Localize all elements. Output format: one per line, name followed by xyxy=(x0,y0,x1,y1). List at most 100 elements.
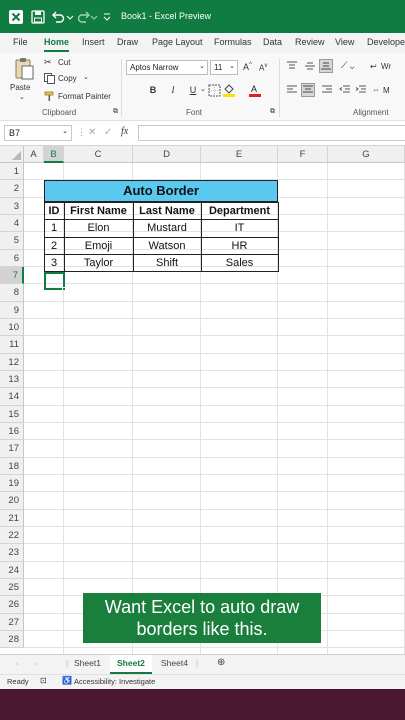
tab-draw[interactable]: Draw xyxy=(117,37,138,47)
row-header-26[interactable]: 26 xyxy=(0,596,24,614)
row-header-14[interactable]: 14 xyxy=(0,388,24,406)
tab-page-layout[interactable]: Page Layout xyxy=(152,37,203,47)
tab-data[interactable]: Data xyxy=(263,37,282,47)
format-painter-button[interactable]: Format Painter xyxy=(44,91,120,104)
tab-file[interactable]: File xyxy=(13,37,28,47)
row-header-17[interactable]: 17 xyxy=(0,440,24,458)
accessibility-status[interactable]: Accessibility: Investigate xyxy=(74,677,155,686)
next-sheet-icon[interactable]: › xyxy=(35,658,38,668)
row-header-22[interactable]: 22 xyxy=(0,526,24,545)
font-size-select[interactable]: 11 ⌄ xyxy=(210,60,238,75)
decrease-indent-icon[interactable] xyxy=(339,85,351,95)
row-header-1[interactable]: 1 xyxy=(0,163,24,181)
underline-label[interactable]: U xyxy=(186,83,200,97)
formula-input[interactable] xyxy=(138,125,405,141)
row-header-15[interactable]: 15 xyxy=(0,405,24,423)
column-header-f[interactable]: F xyxy=(278,146,328,163)
confirm-entry-icon[interactable]: ✓ xyxy=(104,127,112,138)
row-header-4[interactable]: 4 xyxy=(0,214,24,233)
decrease-font-size-button[interactable]: Av xyxy=(259,63,267,73)
bold-button[interactable]: B xyxy=(146,83,160,97)
font-launcher-icon[interactable]: ⧉ xyxy=(270,108,275,116)
row-header-6[interactable]: 6 xyxy=(0,249,24,267)
increase-indent-icon[interactable] xyxy=(355,85,367,95)
clipboard-launcher-icon[interactable]: ⧉ xyxy=(113,108,118,116)
font-name-select[interactable]: Aptos Narrow ⌄ xyxy=(126,60,208,75)
align-top-icon[interactable] xyxy=(286,61,298,71)
tab-developer[interactable]: Developer xyxy=(367,37,405,47)
row-header-20[interactable]: 20 xyxy=(0,492,24,510)
row-header-3[interactable]: 3 xyxy=(0,197,24,215)
macro-record-icon[interactable]: ⊡ xyxy=(40,676,47,685)
accessibility-icon[interactable]: ♿ xyxy=(62,676,72,685)
row-header-28[interactable]: 28 xyxy=(0,630,24,649)
name-box[interactable]: B7 ⌄ xyxy=(4,125,72,141)
increase-font-size-button[interactable]: A^ xyxy=(243,62,252,72)
align-bottom-icon xyxy=(321,62,331,70)
row-header-2[interactable]: 2 xyxy=(0,180,24,198)
column-header-a[interactable]: A xyxy=(24,146,44,163)
tab-home[interactable]: Home xyxy=(44,37,69,47)
add-sheet-icon[interactable]: ⊕ xyxy=(217,657,225,668)
row-header-11[interactable]: 11 xyxy=(0,336,24,354)
underline-dropdown-icon[interactable]: ⌄ xyxy=(200,85,206,93)
column-header-d[interactable]: D xyxy=(133,146,201,163)
paste-dropdown-icon[interactable]: ⌄ xyxy=(19,93,25,101)
row-header-18[interactable]: 18 xyxy=(0,457,24,475)
tab-review[interactable]: Review xyxy=(295,37,325,47)
redo-dropdown-icon[interactable] xyxy=(90,9,98,25)
align-middle-icon[interactable] xyxy=(304,61,316,71)
sheet-tab-sheet4[interactable]: Sheet4 xyxy=(161,658,188,668)
column-header-e[interactable]: E xyxy=(201,146,278,163)
tab-formulas[interactable]: Formulas xyxy=(214,37,252,47)
column-header-b[interactable]: B xyxy=(44,146,64,163)
row-header-19[interactable]: 19 xyxy=(0,474,24,493)
tab-insert[interactable]: Insert xyxy=(82,37,105,47)
align-left-icon[interactable] xyxy=(286,85,298,95)
copy-dropdown-icon[interactable]: ⌄ xyxy=(83,73,89,81)
cancel-entry-icon[interactable]: ✕ xyxy=(88,127,96,138)
column-header-g[interactable]: G xyxy=(328,146,405,163)
row-header-27[interactable]: 27 xyxy=(0,613,24,631)
select-all-button[interactable] xyxy=(0,146,24,163)
sheet-tab-sheet1[interactable]: Sheet1 xyxy=(74,658,101,668)
row-header-8[interactable]: 8 xyxy=(0,284,24,302)
copy-button[interactable]: Copy ⌄ xyxy=(44,73,104,86)
sheet-tab-sheet2[interactable]: Sheet2 xyxy=(110,655,152,674)
merge-center-label[interactable]: M xyxy=(383,86,390,95)
worksheet-grid[interactable]: ABCDEFG 1 2 3 4 5 6 7 8 9 10 11 12 13 14 15 16 17 18 19 20 2… xyxy=(0,146,405,654)
row-header-5[interactable]: 5 xyxy=(0,232,24,250)
align-bottom-button[interactable] xyxy=(319,59,333,73)
column-header-c[interactable]: C xyxy=(64,146,133,163)
fill-color-icon[interactable] xyxy=(222,83,236,97)
underline-button[interactable] xyxy=(166,83,180,97)
row-header-25[interactable]: 25 xyxy=(0,578,24,597)
orientation-icon[interactable]: ⟋ ⌄ xyxy=(341,60,355,71)
paste-button[interactable]: Paste ⌄ xyxy=(6,57,40,103)
row-header-24[interactable]: 24 xyxy=(0,561,24,579)
undo-icon[interactable] xyxy=(50,9,66,25)
customize-toolbar-icon[interactable] xyxy=(102,9,112,25)
cut-button[interactable]: ✂ Cut xyxy=(44,57,104,70)
borders-icon[interactable] xyxy=(208,84,221,97)
align-center-button[interactable] xyxy=(301,83,315,97)
row-header-16[interactable]: 16 xyxy=(0,422,24,441)
wrap-text-label[interactable]: Wr xyxy=(381,62,391,71)
prev-sheet-icon[interactable]: ‹ xyxy=(16,658,19,668)
align-right-icon[interactable] xyxy=(321,85,333,95)
row-header-23[interactable]: 23 xyxy=(0,544,24,562)
row-header-7[interactable]: 7 xyxy=(0,266,24,285)
row-header-21[interactable]: 21 xyxy=(0,509,24,527)
save-icon[interactable] xyxy=(30,9,46,25)
row-header-10[interactable]: 10 xyxy=(0,318,24,337)
font-color-icon[interactable]: A xyxy=(248,83,262,97)
row-header-9[interactable]: 9 xyxy=(0,301,24,319)
wrap-text-icon[interactable]: ↩ xyxy=(370,62,377,71)
insert-function-button[interactable]: fx xyxy=(121,126,128,137)
merge-center-icon[interactable]: ⇔ xyxy=(372,85,380,94)
row-header-13[interactable]: 13 xyxy=(0,370,24,389)
undo-dropdown-icon[interactable] xyxy=(66,9,74,25)
tab-view[interactable]: View xyxy=(335,37,354,47)
fill-handle[interactable] xyxy=(62,287,66,291)
row-header-12[interactable]: 12 xyxy=(0,353,24,371)
